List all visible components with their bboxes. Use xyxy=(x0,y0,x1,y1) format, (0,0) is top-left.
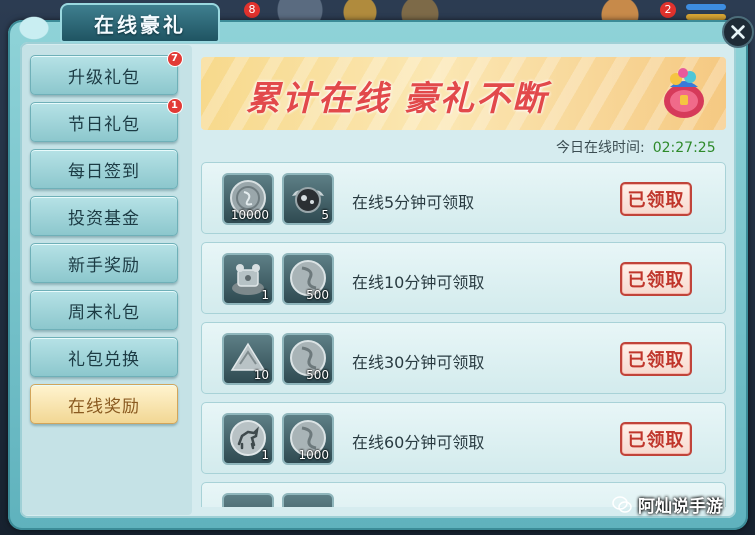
sidebar-item-level-gift[interactable]: 升级礼包 7 xyxy=(30,51,183,95)
sidebar-item-label: 新手奖励 xyxy=(68,255,140,276)
watermark-text: 阿灿说手游 xyxy=(638,497,723,517)
reward-item-slot[interactable]: 5 xyxy=(282,173,334,225)
reward-condition: 在线10分钟可领取 xyxy=(352,273,485,292)
reward-item-slot[interactable]: 1 xyxy=(222,253,274,305)
sidebar-item-label: 节日礼包 xyxy=(68,114,140,135)
close-icon xyxy=(731,25,745,39)
window-title: 在线豪礼 xyxy=(94,12,186,37)
reward-item-slot[interactable]: 10000 xyxy=(222,173,274,225)
claimed-button[interactable]: 已领取 xyxy=(620,342,692,376)
item-quantity: 1 xyxy=(261,448,269,462)
sidebar-item-daily-checkin[interactable]: 每日签到 xyxy=(30,149,178,189)
sidebar: 升级礼包 7 节日礼包 1 每日签到 投资基金 新手奖励 周末礼包 礼包兑换 在… xyxy=(22,45,192,515)
sidebar-item-newbie-reward[interactable]: 新手奖励 xyxy=(30,243,178,283)
sidebar-item-label: 在线奖励 xyxy=(68,396,140,417)
watermark: 阿灿说手游 xyxy=(612,492,723,517)
window-title-tab: 在线豪礼 xyxy=(60,3,220,43)
item-quantity: 500 xyxy=(306,368,329,382)
online-time-value: 02:27:25 xyxy=(652,140,716,156)
item-quantity: 1 xyxy=(261,288,269,302)
notification-badge: 1 xyxy=(167,98,183,114)
banner-title: 累计在线 豪礼不断 xyxy=(246,79,548,119)
gift-bag-icon xyxy=(664,68,704,118)
sidebar-item-online-reward[interactable]: 在线奖励 xyxy=(30,384,178,424)
item-quantity: 1000 xyxy=(298,448,329,462)
item-quantity: 5 xyxy=(321,208,329,222)
reward-row-10min: 1 500 在线10分钟可领取 已领取 xyxy=(201,242,726,314)
sidebar-item-label: 礼包兑换 xyxy=(68,349,140,370)
sidebar-item-festival-gift[interactable]: 节日礼包 1 xyxy=(30,98,183,142)
wechat-icon xyxy=(612,495,632,513)
sidebar-item-investment-fund[interactable]: 投资基金 xyxy=(30,196,178,236)
reward-row-5min: 10000 5 在线5分钟可领取 已领取 xyxy=(201,162,726,234)
claimed-button[interactable]: 已领取 xyxy=(620,182,692,216)
claimed-button[interactable]: 已领取 xyxy=(620,262,692,296)
sidebar-item-label: 投资基金 xyxy=(68,208,140,229)
reward-row-60min: 1 1000 在线60分钟可领取 已领取 xyxy=(201,402,726,474)
item-quantity: 10 xyxy=(253,368,269,382)
sidebar-item-weekend-gift[interactable]: 周末礼包 xyxy=(30,290,178,330)
reward-condition: 在线30分钟可领取 xyxy=(352,353,485,372)
reward-item-slot[interactable] xyxy=(282,493,334,507)
claimed-button[interactable]: 已领取 xyxy=(620,422,692,456)
online-time-display: 今日在线时间: 02:27:25 xyxy=(556,137,716,157)
reward-condition: 在线60分钟可领取 xyxy=(352,433,485,452)
sidebar-item-label: 每日签到 xyxy=(68,161,140,182)
reward-condition: 在线5分钟可领取 xyxy=(352,193,475,212)
sidebar-item-label: 升级礼包 xyxy=(68,67,140,88)
item-quantity: 10000 xyxy=(230,208,269,222)
online-time-label: 今日在线时间: xyxy=(556,140,645,156)
item-quantity: 500 xyxy=(306,288,329,302)
reward-item-slot[interactable] xyxy=(222,493,274,507)
reward-item-slot[interactable]: 1000 xyxy=(282,413,334,465)
reward-item-slot[interactable]: 1 xyxy=(222,413,274,465)
reward-list[interactable]: 10000 5 在线5分钟可领取 已领取 1 500 在线10分钟可领取 已领取… xyxy=(201,162,728,507)
notification-badge: 7 xyxy=(167,51,183,67)
reward-item-slot[interactable]: 500 xyxy=(282,333,334,385)
hud-notification-badge: 8 xyxy=(244,2,260,18)
reward-item-slot[interactable]: 10 xyxy=(222,333,274,385)
close-button[interactable] xyxy=(722,16,754,48)
hud-notification-badge: 2 xyxy=(660,2,676,18)
sidebar-item-label: 周末礼包 xyxy=(68,302,140,323)
hud-hp-bar xyxy=(686,4,726,10)
reward-row-30min: 10 500 在线30分钟可领取 已领取 xyxy=(201,322,726,394)
reward-item-slot[interactable]: 500 xyxy=(282,253,334,305)
sidebar-item-gift-redeem[interactable]: 礼包兑换 xyxy=(30,337,178,377)
promo-banner: 累计在线 豪礼不断 xyxy=(201,57,726,130)
